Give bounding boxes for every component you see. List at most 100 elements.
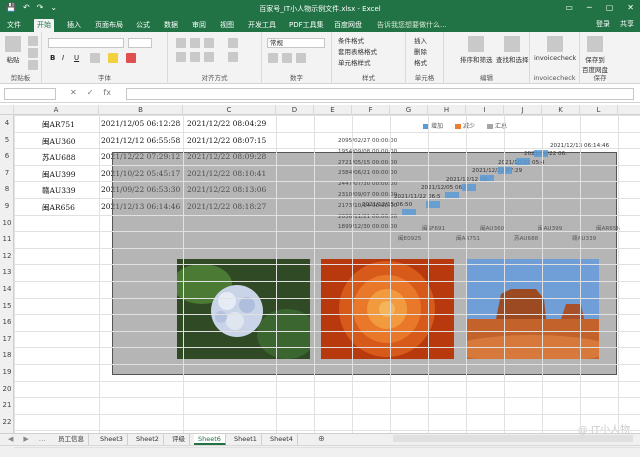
cell-c[interactable]: 2021/12/22 08:04:29 (187, 119, 266, 128)
tab-data[interactable]: 数据 (161, 19, 181, 32)
invoicecheck-button[interactable]: invoicecheck (534, 36, 576, 62)
conditional-format-button[interactable]: 条件格式 (338, 35, 364, 45)
waterfall-bar[interactable] (462, 183, 476, 191)
sort-filter-button[interactable]: 排序和筛选 (460, 36, 493, 64)
cell-c[interactable]: 2021/12/22 08:07:15 (187, 136, 266, 145)
copy-icon[interactable] (28, 48, 38, 58)
cell-b[interactable]: 2021/12/12 06:55:58 (101, 136, 180, 145)
col-header-j[interactable]: J (504, 105, 542, 115)
col-header-f[interactable]: F (352, 105, 390, 115)
sheet-tab-rating[interactable]: 评级 (168, 434, 190, 445)
merge-center-icon[interactable] (228, 52, 238, 62)
close-icon[interactable]: ✕ (627, 3, 634, 12)
add-sheet-icon[interactable]: ⊕ (318, 434, 325, 443)
align-top-icon[interactable] (176, 38, 186, 48)
sheet-tab-employees[interactable]: 员工信息 (54, 434, 89, 445)
row-header[interactable]: 13 (0, 268, 14, 276)
row-header[interactable]: 5 (0, 136, 14, 144)
tab-formulas[interactable]: 公式 (133, 19, 153, 32)
waterfall-chart[interactable]: 增加 减少 汇总 2095/02/27 00:00:00 1954/09/08 0… (330, 117, 620, 249)
tab-file[interactable]: 文件 (4, 19, 24, 32)
waterfall-bar[interactable] (498, 166, 512, 174)
tab-insert[interactable]: 插入 (64, 19, 84, 32)
login-link[interactable]: 登录 (596, 19, 610, 29)
fill-color-icon[interactable] (108, 53, 118, 63)
cut-icon[interactable] (28, 36, 38, 46)
tab-view[interactable]: 视图 (217, 19, 237, 32)
row-header[interactable]: 18 (0, 351, 14, 359)
sheet-tab-sheet3[interactable]: Sheet3 (96, 434, 128, 445)
cell-a[interactable]: 闽AR751 (42, 119, 75, 130)
cell-a[interactable]: 闽AR656 (42, 202, 75, 213)
comma-icon[interactable] (296, 53, 306, 63)
col-header-g[interactable]: G (390, 105, 428, 115)
sheet-tab-sheet1[interactable]: Sheet1 (230, 434, 262, 445)
col-header-l[interactable]: L (580, 105, 618, 115)
cancel-icon[interactable]: ✕ (70, 88, 77, 97)
row-header[interactable]: 20 (0, 385, 14, 393)
row-header[interactable]: 22 (0, 418, 14, 426)
row-header[interactable]: 15 (0, 302, 14, 310)
align-right-icon[interactable] (204, 52, 214, 62)
format-painter-icon[interactable] (28, 60, 38, 70)
col-header-c[interactable]: C (183, 105, 276, 115)
more-sheets-icon[interactable]: … (39, 435, 46, 443)
enter-icon[interactable]: ✓ (87, 88, 94, 97)
delete-cells-button[interactable]: 删除 (414, 46, 427, 56)
row-header[interactable]: 11 (0, 235, 14, 243)
col-header-a[interactable]: A (14, 105, 99, 115)
cell-a[interactable]: 赣AU339 (42, 185, 76, 196)
row-header[interactable]: 21 (0, 401, 14, 409)
align-bottom-icon[interactable] (204, 38, 214, 48)
row-header[interactable]: 17 (0, 335, 14, 343)
italic-button[interactable]: I (62, 54, 64, 62)
format-cells-button[interactable]: 格式 (414, 57, 427, 67)
row-header[interactable]: 19 (0, 368, 14, 376)
cell-a[interactable]: 闽AU360 (42, 136, 76, 147)
tell-me-search[interactable]: 告诉我您想要做什么... (374, 19, 450, 32)
align-center-icon[interactable] (190, 52, 200, 62)
row-header[interactable]: 7 (0, 169, 14, 177)
sheet-tab-sheet6[interactable]: Sheet6 (194, 434, 226, 445)
row-header[interactable]: 8 (0, 185, 14, 193)
row-header[interactable]: 12 (0, 252, 14, 260)
wrap-text-icon[interactable] (228, 38, 238, 48)
horizontal-scrollbar[interactable] (393, 435, 633, 442)
paste-button[interactable]: 粘贴 (5, 36, 21, 64)
col-header-k[interactable]: K (542, 105, 580, 115)
row-header[interactable]: 10 (0, 219, 14, 227)
row-header[interactable]: 4 (0, 119, 14, 127)
col-header-d[interactable]: D (276, 105, 314, 115)
select-all-corner[interactable] (0, 105, 14, 115)
font-size-box[interactable] (128, 38, 152, 48)
sheet-tab-sheet2[interactable]: Sheet2 (132, 434, 164, 445)
format-as-table-button[interactable]: 套用表格格式 (338, 46, 377, 56)
borders-icon[interactable] (90, 53, 100, 63)
cell-a[interactable]: 苏AU688 (42, 152, 76, 163)
insert-cells-button[interactable]: 插入 (414, 35, 427, 45)
underline-button[interactable]: U (74, 54, 79, 62)
tab-home[interactable]: 开始 (34, 19, 54, 32)
col-header-e[interactable]: E (314, 105, 352, 115)
col-header-i[interactable]: I (466, 105, 504, 115)
minimize-icon[interactable]: ─ (587, 3, 592, 12)
number-format-box[interactable]: 常规 (267, 38, 325, 48)
maximize-icon[interactable]: ▢ (606, 3, 614, 12)
formula-input[interactable] (126, 88, 634, 100)
align-left-icon[interactable] (176, 52, 186, 62)
tab-review[interactable]: 审阅 (189, 19, 209, 32)
find-select-button[interactable]: 查找和选择 (496, 36, 529, 64)
cell-a[interactable]: 闽AU399 (42, 169, 76, 180)
name-box[interactable] (4, 88, 56, 100)
tab-page-layout[interactable]: 页面布局 (92, 19, 126, 32)
waterfall-bar[interactable] (534, 149, 548, 157)
tab-pdf-tools[interactable]: PDF工具集 (286, 19, 327, 32)
font-color-icon[interactable] (126, 53, 136, 63)
hydrangea-photo[interactable] (177, 259, 310, 359)
col-header-b[interactable]: B (99, 105, 183, 115)
align-middle-icon[interactable] (190, 38, 200, 48)
save-to-netdisk-button[interactable]: 保存到 百度网盘 (582, 36, 608, 74)
row-header[interactable]: 16 (0, 318, 14, 326)
row-header[interactable]: 9 (0, 202, 14, 210)
ribbon-display-icon[interactable]: ▭ (565, 3, 573, 12)
